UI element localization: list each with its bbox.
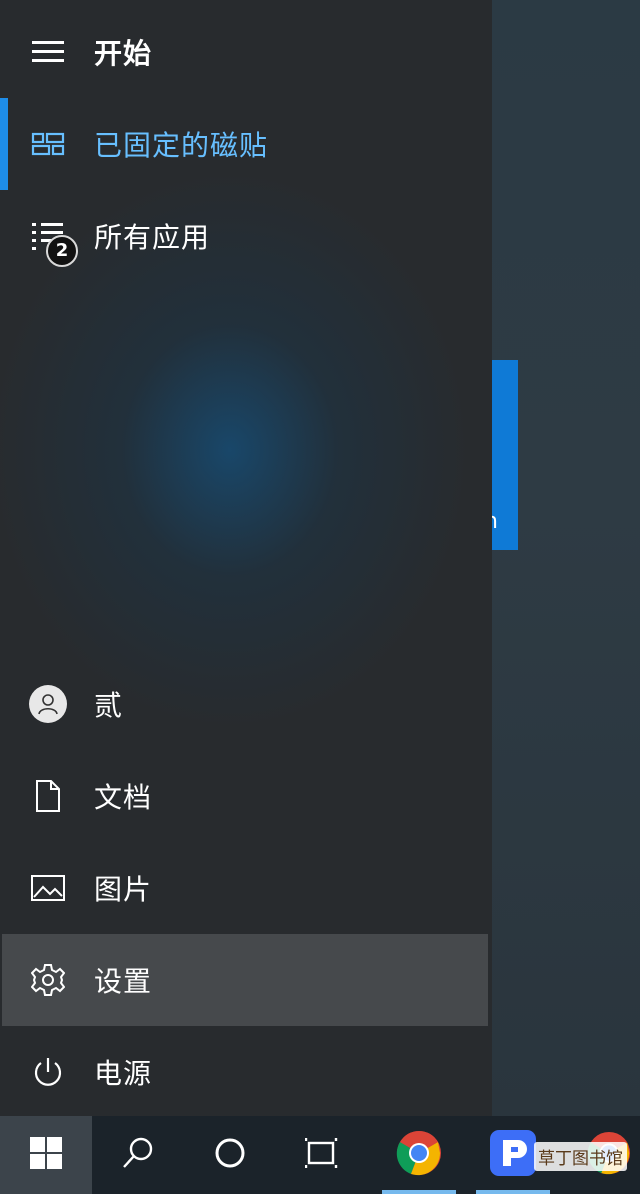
step-number-badge: 2 (46, 235, 78, 267)
taskbar-chrome-button[interactable] (374, 1116, 464, 1194)
nav-item-all-apps[interactable]: 所有应用 (0, 190, 492, 282)
chrome-icon (396, 1130, 442, 1180)
start-menu-title: 开始 (94, 37, 153, 70)
nav-item-label: 电源 (94, 1057, 153, 1090)
nav-item-documents[interactable]: 文档 (0, 750, 492, 842)
windows-start-icon (30, 1137, 62, 1173)
nav-item-pictures[interactable]: 图片 (0, 842, 492, 934)
nav-item-label: 已固定的磁贴 (94, 129, 269, 162)
start-button[interactable] (0, 1116, 92, 1194)
nav-item-label: 图片 (94, 873, 153, 906)
hamburger-menu-icon[interactable] (30, 34, 66, 70)
tiles-icon (30, 126, 66, 162)
document-icon (30, 778, 66, 814)
watermark: 草丁图书馆 (534, 1142, 627, 1171)
running-indicator (476, 1190, 550, 1194)
desktop-background (492, 0, 640, 1116)
power-icon (30, 1054, 66, 1090)
nav-item-settings[interactable]: 设置 (2, 934, 488, 1026)
nav-item-label: 所有应用 (94, 221, 211, 254)
search-icon (121, 1136, 155, 1174)
nav-item-label: 设置 (94, 965, 153, 998)
task-view-button[interactable] (276, 1116, 368, 1194)
start-menu-header[interactable]: 开始 (0, 6, 492, 98)
nav-item-pinned-tiles[interactable]: 已固定的磁贴 (0, 98, 492, 190)
running-indicator (382, 1190, 456, 1194)
app-icon (490, 1130, 536, 1180)
user-avatar-icon (29, 685, 67, 723)
nav-item-label: 文档 (94, 781, 153, 814)
picture-icon (30, 870, 66, 906)
task-view-icon (304, 1138, 339, 1172)
gear-icon (30, 962, 66, 998)
nav-item-user[interactable]: 贰 (0, 658, 492, 750)
cortana-icon (214, 1137, 246, 1173)
avatar (28, 684, 68, 724)
start-menu-panel: 开始 已固定的磁贴 所有应用 2 贰 文档 图片 设置 电源 (0, 0, 492, 1116)
user-name-label: 贰 (94, 689, 124, 722)
nav-item-power[interactable]: 电源 (0, 1026, 492, 1118)
cortana-button[interactable] (184, 1116, 276, 1194)
search-button[interactable] (92, 1116, 184, 1194)
